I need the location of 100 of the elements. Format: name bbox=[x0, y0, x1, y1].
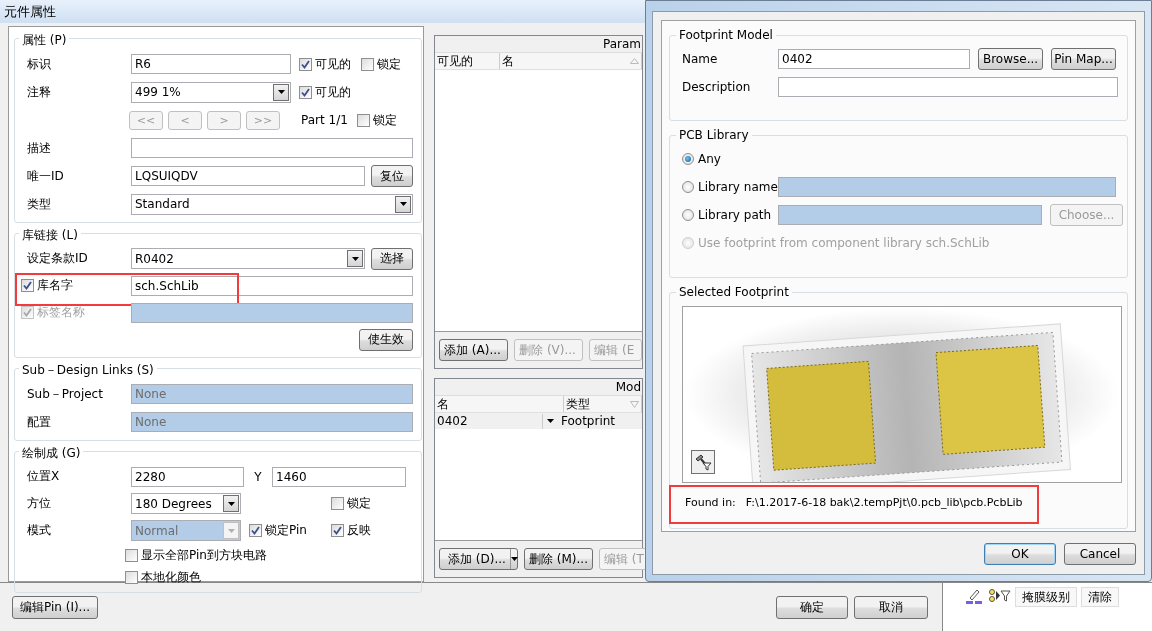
button[interactable]: 复位 bbox=[371, 165, 413, 187]
toolbar-button[interactable]: 清除 bbox=[1081, 587, 1119, 607]
field-label: Sub－Project bbox=[26, 385, 104, 403]
dropdown-arrow-icon bbox=[399, 202, 407, 206]
group-title: 绘制成 (G) bbox=[19, 445, 84, 461]
panel-header: Param bbox=[435, 36, 642, 53]
checkbox[interactable] bbox=[361, 57, 374, 71]
checkbox-label: 锁定 bbox=[373, 111, 397, 129]
dropdown[interactable]: Standard bbox=[131, 193, 413, 215]
checkbox-label: 可见的 bbox=[315, 83, 351, 101]
checkbox[interactable] bbox=[299, 57, 312, 71]
sort-arrow-icon bbox=[630, 58, 639, 64]
checkbox[interactable] bbox=[299, 85, 312, 99]
text-field[interactable]: R6 bbox=[131, 54, 291, 74]
dropdown[interactable]: R0402 bbox=[131, 248, 365, 269]
checkbox-label: 标签名称 bbox=[37, 304, 85, 321]
field-label: 注释 bbox=[26, 83, 52, 101]
radio-button[interactable] bbox=[682, 153, 694, 165]
radio-button[interactable] bbox=[682, 209, 694, 221]
checkbox-label: 锁定Pin bbox=[265, 522, 307, 539]
checkbox-label: 可见的 bbox=[315, 55, 351, 73]
checkbox-label: 本地化颜色 bbox=[141, 568, 201, 586]
field-label: 模式 bbox=[26, 522, 52, 539]
pencil-icon bbox=[965, 588, 983, 604]
button[interactable]: 编辑Pin (I)... bbox=[12, 595, 98, 619]
filter-icon bbox=[989, 588, 1011, 604]
text-field[interactable]: 2280 bbox=[131, 466, 244, 487]
group-title: PCB Library bbox=[676, 127, 752, 143]
field-label: 设定条款ID bbox=[26, 250, 89, 267]
checkbox-label: 显示全部Pin到方块电路 bbox=[141, 546, 267, 564]
dropdown-arrow-icon bbox=[227, 501, 235, 506]
dropdown-arrow-icon bbox=[510, 557, 518, 561]
table-cell-text: Footprint bbox=[560, 413, 617, 429]
button[interactable]: 取消 bbox=[854, 595, 928, 619]
group-title: Sub－Design Links (S) bbox=[19, 362, 157, 378]
button[interactable]: 使生效 bbox=[359, 328, 413, 351]
dropdown[interactable]: 180 Degrees bbox=[131, 493, 241, 514]
checkbox-label: 库名字 bbox=[37, 277, 73, 294]
radio-label: Use footprint from component library sch.SchLib bbox=[698, 236, 990, 250]
text-field[interactable]: 0402 bbox=[778, 49, 970, 69]
checkbox[interactable] bbox=[125, 548, 138, 562]
group-title: Footprint Model bbox=[676, 27, 776, 43]
hammer-filter-icon bbox=[694, 453, 712, 471]
radio-label: Library path bbox=[698, 208, 772, 222]
panel-header: Mod bbox=[435, 379, 642, 396]
field-label: 配置 bbox=[26, 413, 52, 431]
dropdown[interactable]: 499 1% bbox=[131, 81, 291, 103]
toolbar-button[interactable]: 掩膜级别 bbox=[1015, 587, 1077, 607]
button[interactable]: Browse... bbox=[978, 48, 1043, 70]
checkbox[interactable] bbox=[21, 279, 34, 292]
group-title: 属性 (P) bbox=[19, 32, 70, 48]
dropdown-arrow-icon bbox=[351, 256, 359, 261]
button[interactable]: 删除 (M)... bbox=[524, 548, 593, 570]
column-header[interactable]: 名 bbox=[435, 396, 564, 412]
field-label: 唯一ID bbox=[26, 167, 65, 185]
checkbox[interactable] bbox=[357, 113, 370, 127]
field-label: 描述 bbox=[26, 139, 52, 157]
checkbox-label: 锁定 bbox=[377, 55, 401, 73]
dropdown[interactable]: 0402 bbox=[435, 413, 559, 429]
found-in-label: Found in: bbox=[685, 496, 736, 509]
button[interactable]: Pin Map... bbox=[1051, 48, 1116, 70]
button[interactable]: 选择 bbox=[371, 247, 413, 270]
text-field[interactable]: 1460 bbox=[272, 466, 406, 487]
field-label: 标识 bbox=[26, 55, 52, 73]
checkbox[interactable] bbox=[249, 524, 262, 537]
button[interactable]: Cancel bbox=[1064, 543, 1136, 565]
checkbox[interactable] bbox=[331, 497, 344, 510]
column-header[interactable]: 可见的 bbox=[435, 53, 500, 69]
file-path: F:\1.2017-6-18 bak\2.tempPjt\0.pcb_lib\pcb.PcbLib bbox=[745, 496, 1023, 509]
radio-label: Any bbox=[698, 152, 721, 166]
field-label: 位置X bbox=[26, 468, 61, 485]
split-button[interactable]: 添加 (D)... bbox=[439, 548, 518, 570]
column-header[interactable]: 名 bbox=[500, 53, 642, 69]
field-label: 类型 bbox=[26, 195, 52, 213]
part-label: Part 1/1 bbox=[301, 113, 349, 127]
field-label: Y bbox=[253, 469, 263, 484]
checkbox-label: 反映 bbox=[347, 522, 371, 539]
field-label: Description bbox=[682, 80, 752, 94]
dropdown-arrow-icon bbox=[277, 90, 285, 94]
radio-label: Library name bbox=[698, 180, 778, 194]
group-title: 库链接 (L) bbox=[19, 227, 81, 243]
text-field[interactable] bbox=[778, 77, 1118, 97]
tool-button[interactable] bbox=[691, 450, 715, 474]
dropdown-arrow-icon bbox=[546, 419, 554, 423]
checkbox-label: 锁定 bbox=[347, 495, 371, 512]
button[interactable]: OK bbox=[984, 543, 1056, 565]
radio-button[interactable] bbox=[682, 181, 694, 193]
window-title: 元件属性 bbox=[4, 2, 56, 21]
column-header[interactable]: 类型 bbox=[564, 396, 642, 412]
field-label: Name bbox=[682, 52, 719, 66]
text-field[interactable]: LQSUIQDV bbox=[131, 166, 365, 186]
button[interactable]: 确定 bbox=[776, 595, 848, 619]
checkbox[interactable] bbox=[331, 524, 344, 537]
text-field[interactable] bbox=[131, 138, 413, 158]
dropdown-arrow-icon bbox=[227, 528, 235, 533]
button[interactable]: 添加 (A)... bbox=[439, 339, 509, 361]
group-title: Selected Footprint bbox=[676, 284, 792, 300]
field-label: 方位 bbox=[26, 495, 52, 512]
text-field[interactable]: sch.SchLib bbox=[131, 275, 413, 296]
checkbox[interactable] bbox=[125, 570, 138, 584]
